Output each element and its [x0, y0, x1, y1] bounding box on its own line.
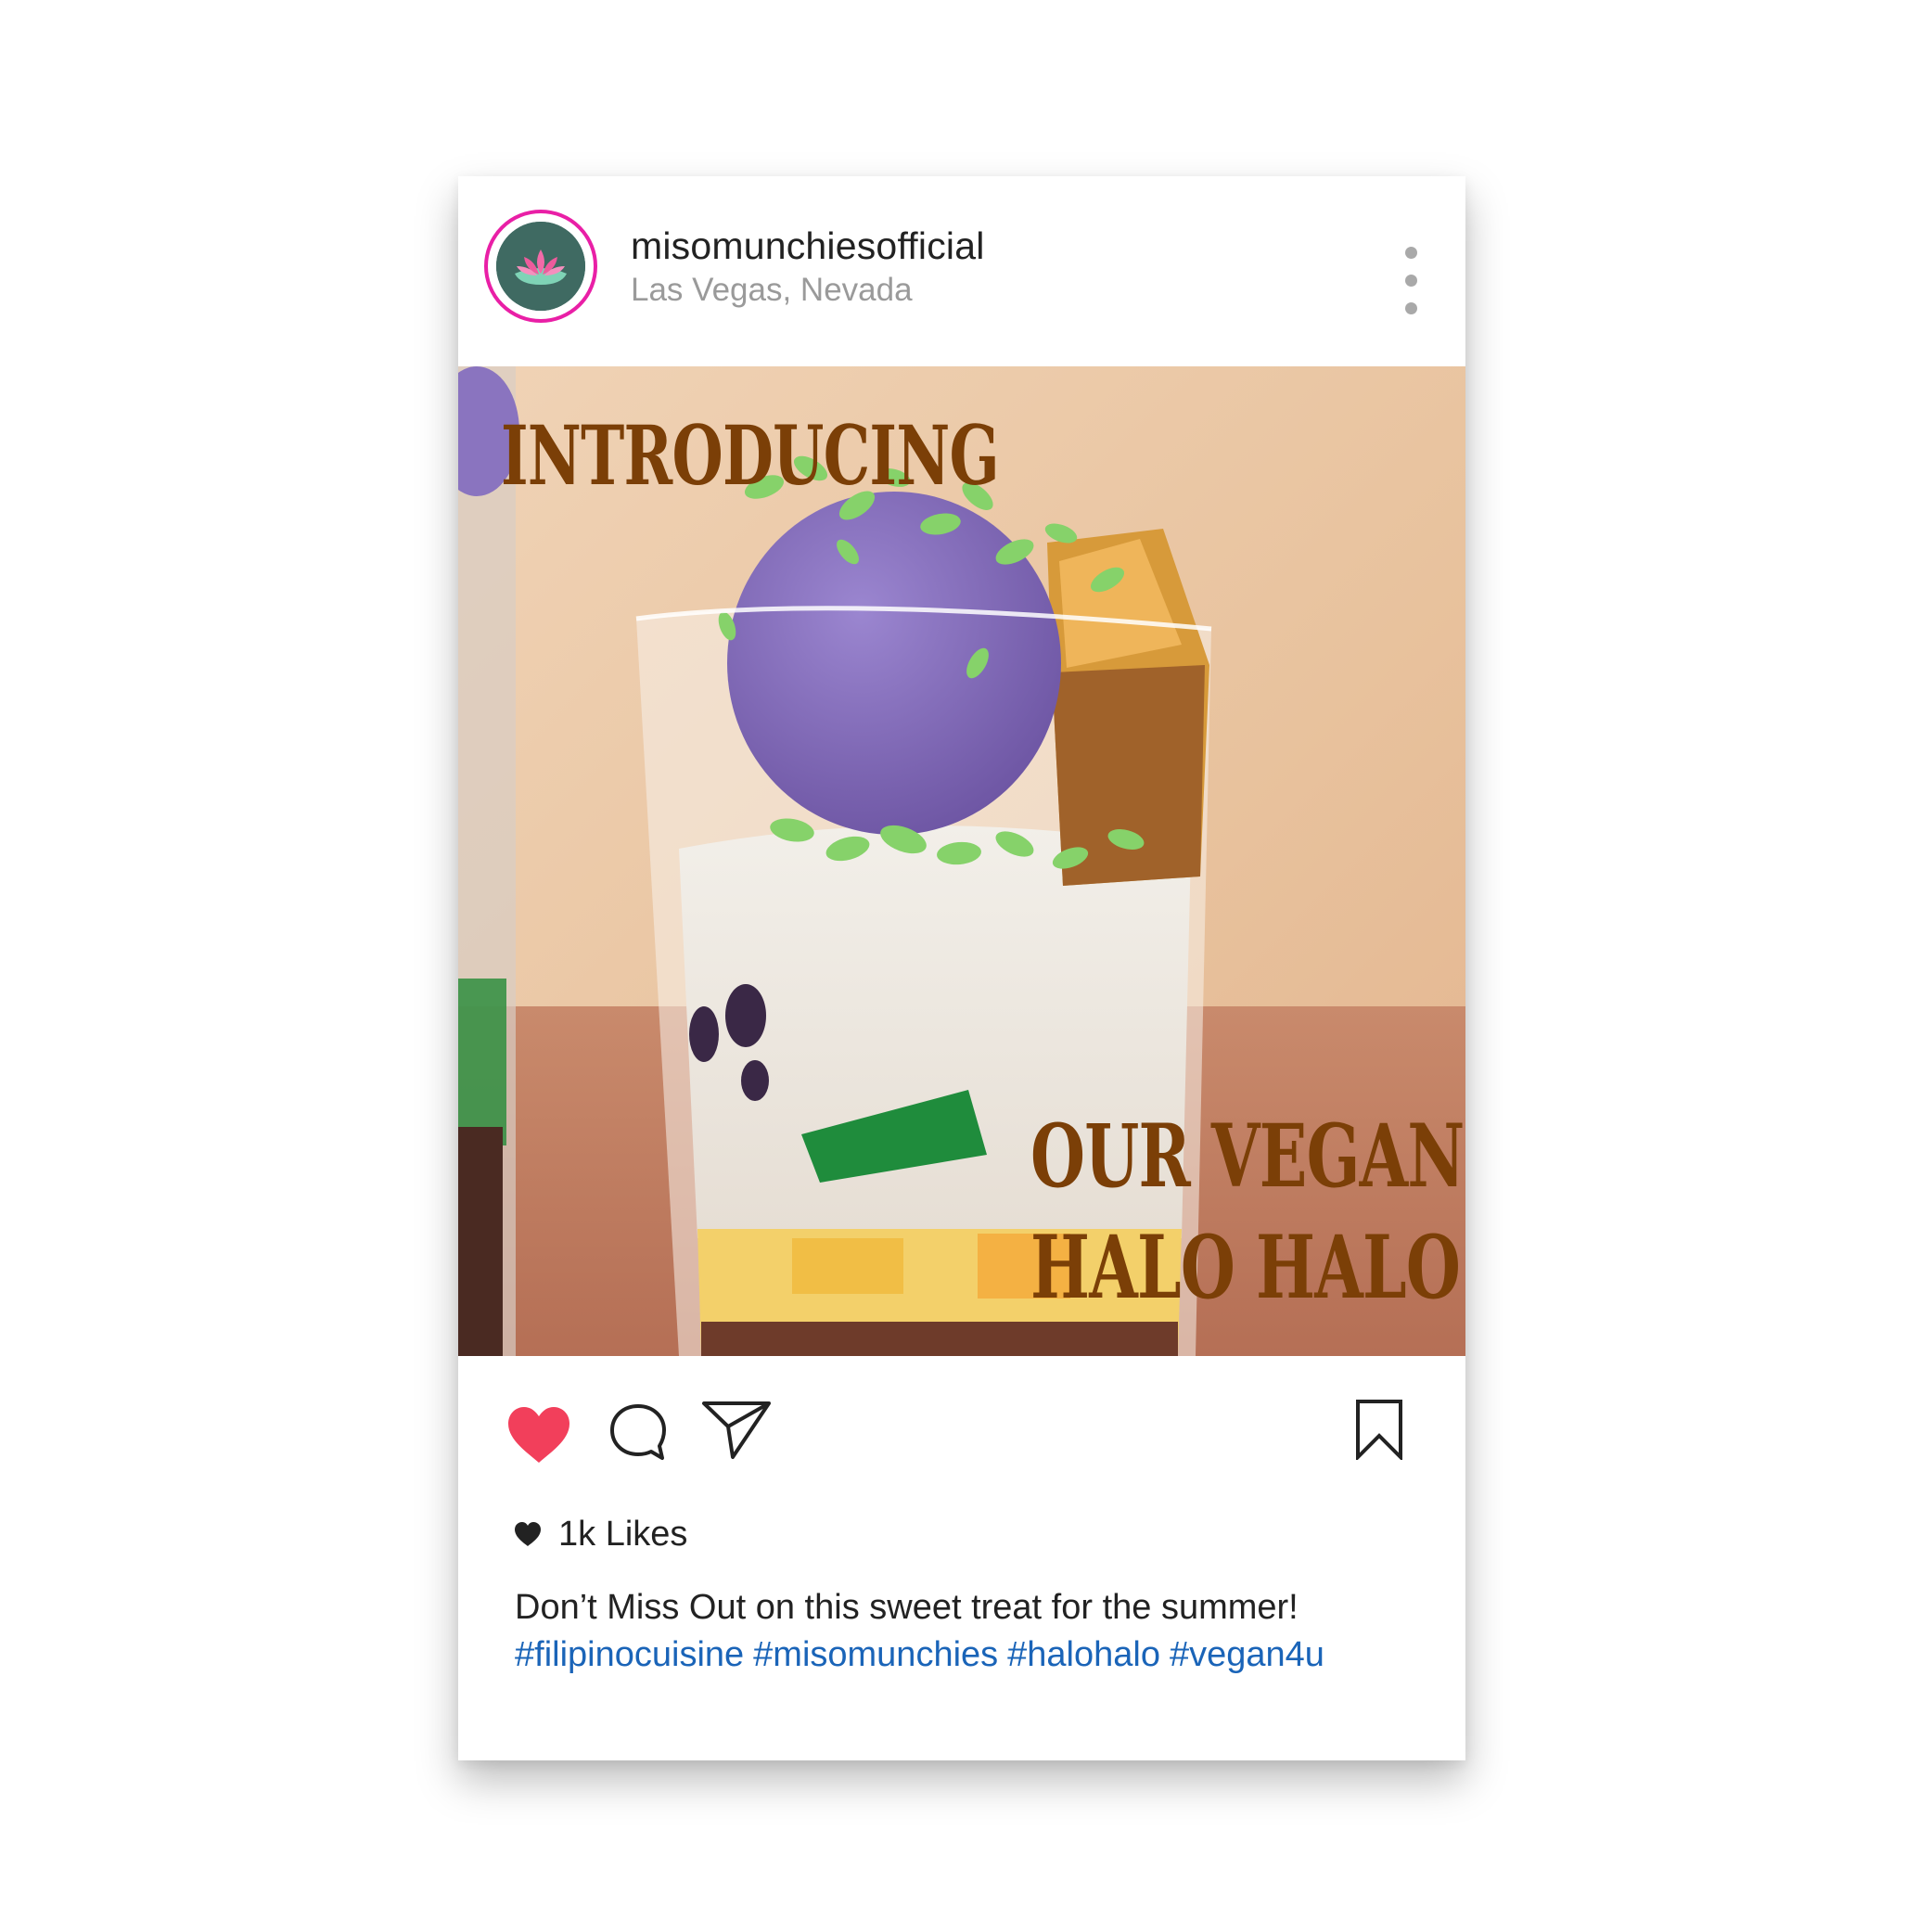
hashtag-link[interactable]: #misomunchies	[753, 1635, 998, 1674]
hashtag-link[interactable]: #filipinocuisine	[515, 1635, 744, 1674]
hashtag-link[interactable]: #vegan4u	[1170, 1635, 1324, 1674]
post-card: misomunchiesofficial Las Vegas, Nevada I…	[458, 176, 1465, 1760]
likes-count[interactable]: 1k Likes	[514, 1514, 687, 1555]
comment-icon	[610, 1404, 666, 1460]
caption-text: Don’t Miss Out on this sweet treat for t…	[515, 1588, 1299, 1627]
heart-icon	[508, 1407, 569, 1463]
share-button[interactable]	[701, 1399, 772, 1460]
profile-avatar[interactable]	[484, 210, 597, 323]
comment-button[interactable]	[608, 1402, 668, 1462]
username[interactable]: misomunchiesofficial	[631, 224, 985, 268]
headline-introducing: INTRODUCING	[501, 407, 1000, 504]
post-image[interactable]: INTRODUCING OUR VEGAN HALO HALO	[458, 366, 1465, 1356]
hashtag-list: #filipinocuisine #misomunchies #halohalo #v…	[515, 1635, 1334, 1675]
small-heart-icon	[515, 1522, 541, 1546]
bookmark-icon	[1356, 1400, 1402, 1462]
more-options-icon[interactable]	[1399, 247, 1425, 315]
hashtag-link[interactable]: #halohalo	[1007, 1635, 1160, 1674]
like-button[interactable]	[506, 1405, 571, 1465]
lotus-logo-icon	[496, 222, 585, 311]
headline-halo-halo: HALO HALO	[1030, 1217, 1461, 1319]
save-button[interactable]	[1354, 1399, 1404, 1462]
likes-label: 1k Likes	[558, 1514, 688, 1554]
headline-our-vegan: OUR VEGAN	[1030, 1106, 1465, 1208]
share-icon	[702, 1401, 771, 1459]
location[interactable]: Las Vegas, Nevada	[631, 272, 913, 309]
